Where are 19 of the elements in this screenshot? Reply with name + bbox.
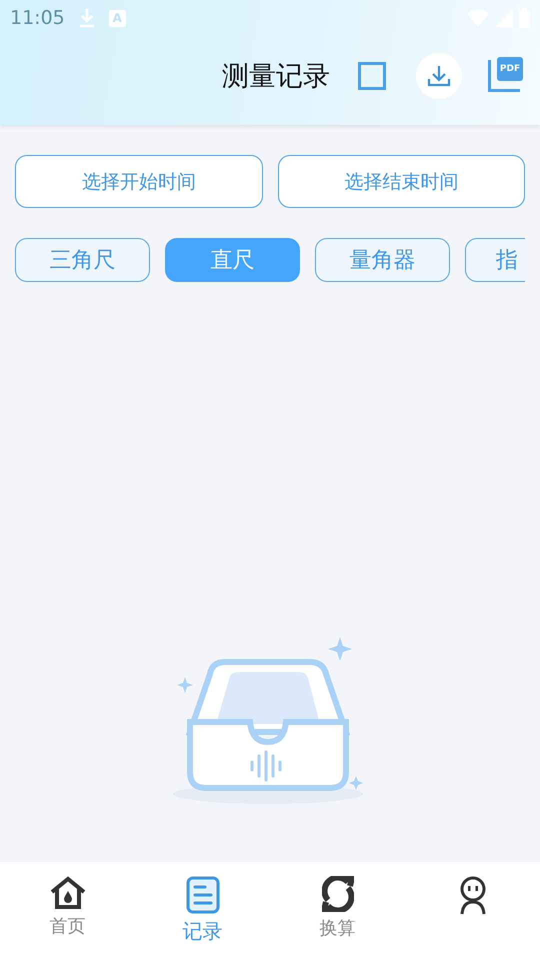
- page-title: 测量记录: [222, 60, 330, 94]
- status-time: 11:05: [10, 7, 65, 29]
- tool-tab[interactable]: 直尺: [165, 238, 300, 282]
- tool-tab[interactable]: 三角尺: [15, 238, 150, 282]
- download-icon: [78, 8, 95, 28]
- download-icon: [427, 65, 451, 87]
- home-icon: [50, 876, 86, 910]
- tool-tab[interactable]: 指: [465, 238, 525, 282]
- nav-tab[interactable]: 首页: [0, 862, 135, 960]
- tool-tab[interactable]: 量角器: [315, 238, 450, 282]
- nav-tab[interactable]: 换算: [270, 862, 405, 960]
- download-button[interactable]: [416, 53, 462, 99]
- app-badge-icon: A: [108, 10, 126, 26]
- nav-tab[interactable]: 记录: [135, 862, 270, 960]
- refresh-icon: [322, 876, 354, 912]
- date-picker-button[interactable]: 选择结束时间: [278, 155, 525, 208]
- select-all-checkbox[interactable]: [358, 62, 386, 90]
- document-icon: [186, 876, 220, 914]
- date-picker-button[interactable]: 选择开始时间: [15, 155, 262, 208]
